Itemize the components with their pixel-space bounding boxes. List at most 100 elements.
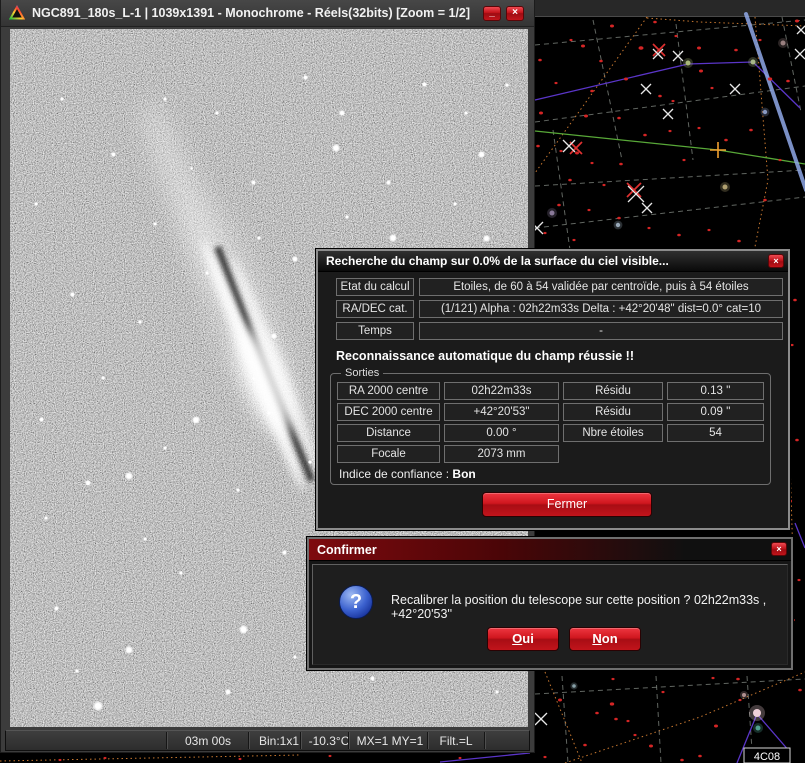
dec-centre-label: DEC 2000 centre (337, 403, 440, 421)
status-mirror: MX=1 MY=1 (351, 733, 429, 749)
red-star (633, 734, 636, 736)
red-star (538, 59, 542, 62)
output-row: Focale 2073 mm (337, 445, 764, 463)
red-star (671, 100, 674, 102)
distance-label: Distance (337, 424, 440, 442)
cross-marker (642, 203, 652, 213)
red-star (583, 744, 587, 747)
confirm-close-button[interactable]: × (771, 542, 787, 556)
red-star (724, 139, 728, 142)
focale-label: Focale (337, 445, 440, 463)
solve-dialog-titlebar[interactable]: Recherche du champ sur 0.0% de la surfac… (318, 251, 788, 272)
plus-marker (710, 142, 726, 158)
oui-button[interactable]: Oui (487, 627, 559, 651)
image-star (370, 676, 375, 681)
solve-dialog-body: Etat du calcul Etoiles, de 60 à 54 valid… (318, 272, 788, 517)
temps-value: - (419, 322, 783, 340)
image-star (93, 701, 103, 711)
confidence-value: Bon (452, 467, 475, 481)
red-star (680, 759, 684, 762)
cross-marker (795, 49, 805, 59)
image-star (190, 167, 193, 170)
image-star (111, 152, 116, 157)
red-star (595, 712, 599, 715)
image-star (163, 446, 167, 450)
red-star (649, 745, 653, 748)
output-row: RA 2000 centre 02h22m33s Résidu 0.13 '' (337, 382, 764, 400)
red-star (734, 49, 738, 52)
status-separator (166, 732, 168, 749)
distance-value: 0.00 ° (444, 424, 559, 442)
red-star (536, 145, 540, 148)
red-star (677, 234, 681, 237)
field-star (751, 60, 756, 65)
etat-calcul-label: Etat du calcul (336, 278, 414, 296)
status-separator (427, 732, 429, 749)
confirm-title: Confirmer (317, 543, 377, 557)
image-star (422, 82, 427, 87)
nbre-etoiles-value: 54 (667, 424, 764, 442)
residu-ra-value: 0.13 '' (667, 382, 764, 400)
image-star (205, 271, 209, 275)
sorties-fieldset: Sorties RA 2000 centre 02h22m33s Résidu … (330, 367, 771, 485)
chart-top-strip (535, 0, 805, 16)
red-star (763, 199, 767, 202)
red-star (697, 127, 700, 129)
image-star (303, 75, 308, 80)
fermer-button[interactable]: Fermer (482, 492, 652, 517)
image-star (153, 222, 157, 226)
oui-label-first: O (512, 631, 522, 646)
image-star (60, 97, 64, 101)
red-star (768, 77, 772, 80)
non-button[interactable]: Non (569, 627, 641, 651)
red-star (602, 184, 605, 186)
grid-line (676, 24, 693, 160)
image-star (252, 377, 255, 380)
red-star (624, 78, 628, 81)
confidence-label: Indice de confiance : (339, 467, 449, 481)
red-star (643, 134, 647, 137)
red-star (795, 20, 799, 23)
etat-calcul-value: Etoiles, de 60 à 54 validée par centroïd… (419, 278, 783, 296)
window-controls: _ × (483, 6, 524, 21)
grid-line (535, 170, 805, 186)
cross-marker (535, 713, 547, 725)
milkyway-line (746, 14, 805, 190)
red-star (749, 129, 753, 132)
window-titlebar[interactable]: NGC891_180s_L-1 | 1039x1391 - Monochrome… (1, 0, 534, 27)
red-star (793, 299, 797, 302)
radec-cat-label: RA/DEC cat. (336, 300, 414, 318)
solve-close-button[interactable]: × (768, 254, 784, 268)
status-separator (248, 732, 250, 749)
minimize-button[interactable]: _ (483, 6, 501, 21)
image-star (308, 460, 312, 464)
confirm-titlebar[interactable]: Confirmer × (309, 539, 791, 561)
red-star (543, 756, 546, 758)
status-binning: Bin:1x1 (251, 733, 307, 749)
cross-marker (641, 84, 651, 94)
red-star (699, 70, 703, 73)
grid-line (535, 20, 805, 45)
grid-line (562, 676, 568, 763)
info-row: RA/DEC cat. (1/121) Alpha : 02h22m33s De… (336, 300, 783, 318)
field-star (723, 185, 728, 190)
status-exposure: 03m 00s (169, 733, 247, 749)
red-star (610, 702, 614, 705)
red-star (569, 39, 572, 41)
oui-label-rest: ui (522, 631, 534, 646)
red-star (610, 25, 614, 28)
red-star (584, 115, 588, 118)
image-star (39, 417, 44, 422)
constellation-line (440, 753, 530, 762)
field-star (572, 684, 576, 688)
red-star (239, 758, 242, 760)
image-star (101, 376, 105, 380)
close-button[interactable]: × (506, 6, 524, 21)
red-star (581, 45, 585, 48)
status-filter: Filt.=L (430, 733, 482, 749)
image-star (251, 180, 256, 185)
red-star (587, 209, 590, 211)
non-label-first: N (592, 631, 601, 646)
focale-value: 2073 mm (444, 445, 559, 463)
red-star (614, 718, 618, 721)
